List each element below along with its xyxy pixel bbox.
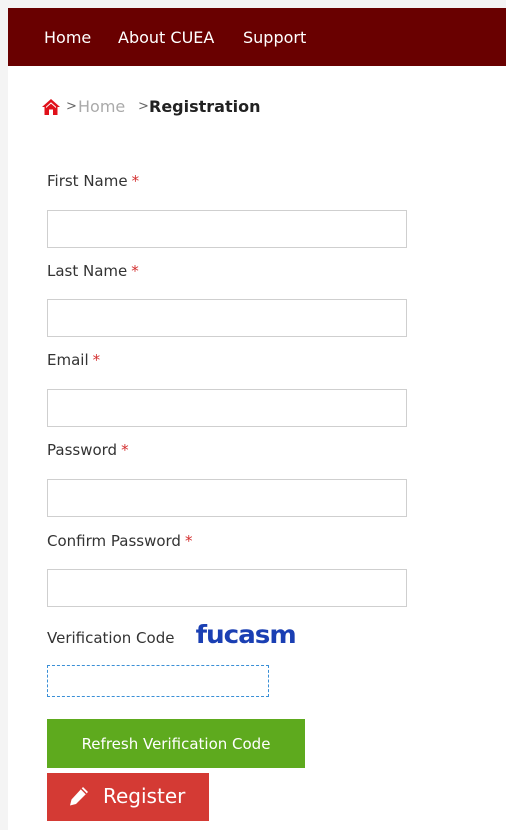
nav-link-support[interactable]: Support <box>243 28 306 47</box>
required-marker: * <box>92 351 101 369</box>
confirm-password-input[interactable] <box>47 569 407 607</box>
verification-code-label: Verification Code <box>47 629 175 647</box>
first-name-label: First Name * <box>47 172 140 190</box>
last-name-input[interactable] <box>47 299 407 337</box>
required-marker: * <box>131 172 140 190</box>
password-input[interactable] <box>47 479 407 517</box>
first-name-input[interactable] <box>47 210 407 248</box>
register-button[interactable]: Register <box>47 773 209 821</box>
last-name-label: Last Name * <box>47 262 139 280</box>
required-marker: * <box>121 441 129 459</box>
required-marker: * <box>131 262 139 280</box>
password-label: Password * <box>47 441 129 459</box>
top-navigation-bar: Home About CUEA Support <box>8 8 506 66</box>
home-icon[interactable] <box>42 99 60 115</box>
page: Home About CUEA Support > Home > Registr… <box>8 8 506 830</box>
breadcrumb-separator: > <box>66 99 77 114</box>
pencil-icon <box>70 787 88 806</box>
breadcrumb-separator: > <box>138 99 149 114</box>
breadcrumb-current: Registration <box>149 97 261 116</box>
required-marker: * <box>184 532 193 550</box>
breadcrumb-home-link[interactable]: Home <box>78 97 125 116</box>
confirm-password-label: Confirm Password * <box>47 532 193 550</box>
nav-link-home[interactable]: Home <box>44 28 91 47</box>
email-label: Email * <box>47 351 101 369</box>
register-button-label: Register <box>103 784 186 808</box>
email-input[interactable] <box>47 389 407 427</box>
nav-link-about-cuea[interactable]: About CUEA <box>118 28 214 47</box>
verification-code-input[interactable] <box>47 665 269 697</box>
captcha-image: fucasm <box>195 620 297 649</box>
refresh-verification-code-button[interactable]: Refresh Verification Code <box>47 719 305 768</box>
